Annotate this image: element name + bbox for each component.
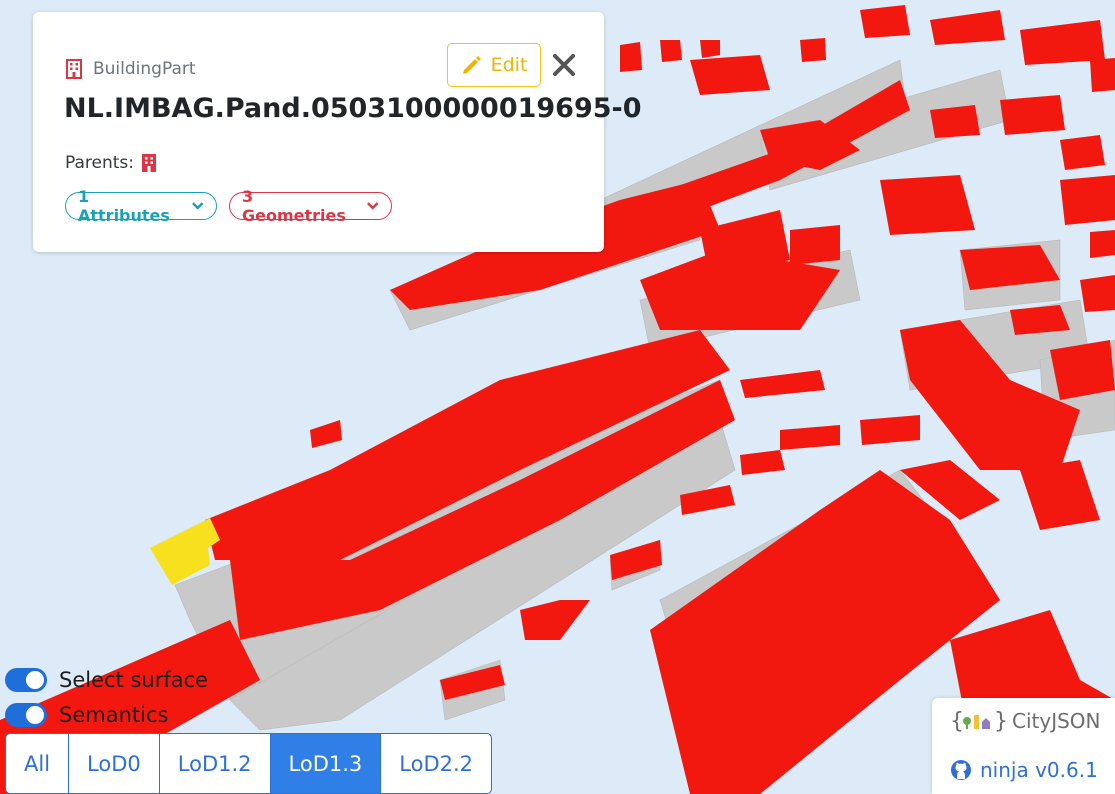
semantics-toggle-row: Semantics	[5, 703, 168, 727]
chevron-down-icon	[191, 202, 203, 210]
lod-all-button[interactable]: All	[6, 734, 70, 793]
lod1-3-button[interactable]: LoD1.3	[270, 734, 382, 793]
parents-label: Parents:	[65, 153, 135, 173]
github-link-label: ninja v0.6.1	[980, 758, 1098, 782]
cityjson-logo: { } CityJSON	[950, 708, 1101, 734]
parents-row: Parents:	[65, 153, 158, 173]
github-link[interactable]: ninja v0.6.1	[950, 758, 1098, 782]
object-type: BuildingPart	[65, 59, 196, 79]
cityjson-logo-icon: { }	[950, 709, 1008, 734]
svg-text:{: {	[950, 709, 964, 734]
chevron-down-icon	[366, 202, 378, 210]
building-icon[interactable]	[140, 153, 158, 173]
select-surface-toggle-row: Select surface	[5, 668, 208, 692]
geometries-dropdown[interactable]: 3 Geometries	[229, 187, 392, 225]
edit-button-label: Edit	[490, 54, 528, 76]
attributes-dropdown[interactable]: 1 Attributes	[65, 187, 217, 225]
svg-text:}: }	[994, 709, 1008, 734]
semantics-label: Semantics	[59, 703, 169, 727]
select-surface-label: Select surface	[59, 668, 209, 692]
attributes-label: 1 Attributes	[78, 187, 170, 225]
lod-selector: All LoD0 LoD1.2 LoD1.3 LoD2.2	[5, 733, 493, 794]
object-info-card: BuildingPart NL.IMBAG.Pand.0503100000019…	[33, 12, 642, 252]
building-icon	[66, 59, 82, 79]
brand-box: { } CityJSON ninja v0.6.1	[932, 698, 1115, 794]
close-icon[interactable]	[551, 50, 577, 80]
semantics-toggle[interactable]	[5, 703, 47, 727]
github-icon	[951, 760, 971, 780]
lod2-2-button[interactable]: LoD2.2	[381, 734, 491, 793]
object-id-title: NL.IMBAG.Pand.0503100000019695-0	[64, 93, 642, 124]
lod1-2-button[interactable]: LoD1.2	[160, 734, 271, 793]
cityjson-logo-text: CityJSON	[1012, 709, 1101, 733]
geometries-label: 3 Geometries	[242, 187, 346, 225]
edit-button[interactable]: Edit	[447, 43, 541, 87]
pencil-icon	[462, 56, 481, 74]
object-type-label: BuildingPart	[93, 59, 196, 79]
lod0-button[interactable]: LoD0	[69, 734, 160, 793]
select-surface-toggle[interactable]	[5, 668, 47, 692]
